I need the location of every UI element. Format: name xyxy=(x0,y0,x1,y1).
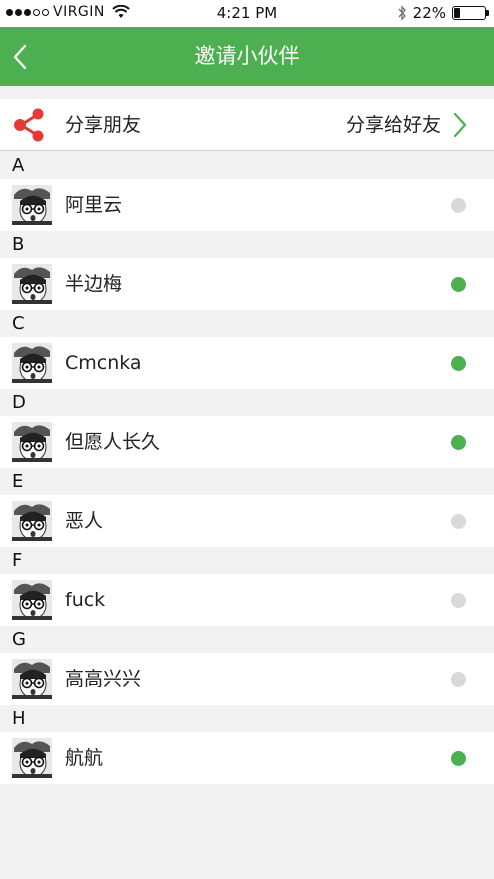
avatar-icon xyxy=(12,738,52,778)
section-header: C xyxy=(0,310,494,337)
section-header: F xyxy=(0,547,494,574)
battery-percent: 22% xyxy=(412,4,446,22)
contact-row[interactable]: 半边梅 xyxy=(0,258,494,310)
status-indicator[interactable] xyxy=(451,593,466,608)
contact-row[interactable]: Cmcnka xyxy=(0,337,494,389)
contact-section: F fuck xyxy=(0,547,494,626)
share-label: 分享朋友 xyxy=(65,114,142,136)
status-bar: VIRGIN 4:21 PM 22% xyxy=(0,0,494,27)
contact-row[interactable]: 航航 xyxy=(0,732,494,784)
contact-section: G 高高兴兴 xyxy=(0,626,494,705)
avatar xyxy=(12,185,52,225)
avatar-icon xyxy=(12,659,52,699)
avatar-icon xyxy=(12,185,52,225)
section-header: D xyxy=(0,389,494,416)
contact-name: 高高兴兴 xyxy=(65,668,142,690)
contact-name: 但愿人长久 xyxy=(65,431,161,453)
contact-section: B 半边梅 xyxy=(0,231,494,310)
contact-row[interactable]: 阿里云 xyxy=(0,179,494,231)
avatar xyxy=(12,580,52,620)
contact-row[interactable]: fuck xyxy=(0,574,494,626)
battery-icon xyxy=(452,6,489,20)
status-indicator[interactable] xyxy=(451,198,466,213)
avatar xyxy=(12,422,52,462)
avatar-icon xyxy=(12,264,52,304)
share-to-friends-link[interactable]: 分享给好友 xyxy=(346,99,441,151)
avatar xyxy=(12,343,52,383)
share-friends-row[interactable]: 分享朋友 分享给好友 xyxy=(0,99,494,151)
nav-bar: 邀请小伙伴 xyxy=(0,27,494,86)
back-button[interactable] xyxy=(8,41,32,73)
contact-row[interactable]: 恶人 xyxy=(0,495,494,547)
avatar xyxy=(12,659,52,699)
avatar xyxy=(12,264,52,304)
avatar xyxy=(12,501,52,541)
battery-level xyxy=(454,8,461,18)
contact-row[interactable]: 高高兴兴 xyxy=(0,653,494,705)
chevron-right-icon xyxy=(453,112,467,138)
contact-name: 半边梅 xyxy=(65,273,123,295)
contact-name: fuck xyxy=(65,589,106,611)
contact-row[interactable]: 但愿人长久 xyxy=(0,416,494,468)
avatar xyxy=(12,738,52,778)
section-header: E xyxy=(0,468,494,495)
chevron-left-icon xyxy=(13,44,27,70)
section-header: H xyxy=(0,705,494,732)
contact-section: E 恶人 xyxy=(0,468,494,547)
contact-name: 阿里云 xyxy=(65,194,123,216)
share-icon xyxy=(14,108,44,142)
section-header: B xyxy=(0,231,494,258)
status-indicator[interactable] xyxy=(451,277,466,292)
status-indicator[interactable] xyxy=(451,435,466,450)
page-title: 邀请小伙伴 xyxy=(194,44,300,68)
status-indicator[interactable] xyxy=(451,672,466,687)
avatar-icon xyxy=(12,580,52,620)
contact-section: H 航航 xyxy=(0,705,494,784)
status-indicator[interactable] xyxy=(451,356,466,371)
contact-section: C Cmcnka xyxy=(0,310,494,389)
section-header: G xyxy=(0,626,494,653)
contact-name: 航航 xyxy=(65,747,104,769)
status-indicator[interactable] xyxy=(451,751,466,766)
section-header: A xyxy=(0,152,494,179)
avatar-icon xyxy=(12,501,52,541)
avatar-icon xyxy=(12,422,52,462)
status-right: 22% xyxy=(397,4,489,22)
contact-section: A 阿里云 xyxy=(0,152,494,231)
contact-name: 恶人 xyxy=(65,510,104,532)
status-indicator[interactable] xyxy=(451,514,466,529)
bluetooth-icon xyxy=(398,5,406,21)
contact-name: Cmcnka xyxy=(65,352,142,374)
contact-section: D 但愿人长久 xyxy=(0,389,494,468)
avatar-icon xyxy=(12,343,52,383)
